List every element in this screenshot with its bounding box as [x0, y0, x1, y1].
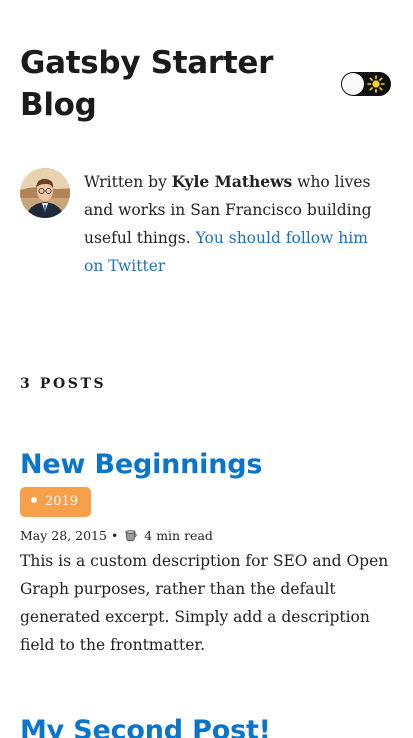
post-item: New Beginnings 2019 May 28, 2015 • 4 min… — [20, 448, 390, 659]
post-title-link[interactable]: New Beginnings — [20, 449, 262, 480]
site-title[interactable]: Gatsby Starter Blog — [20, 42, 310, 126]
posts-count: 3 POSTS — [20, 376, 107, 392]
coffee-cup-icon — [125, 530, 137, 542]
post-excerpt: This is a custom description for SEO and… — [20, 552, 389, 654]
post-title: New Beginnings — [20, 448, 390, 482]
bio-text: Written by Kyle Mathews who lives and wo… — [84, 168, 384, 280]
bio-prefix: Written by — [84, 173, 172, 191]
post-date: May 28, 2015 — [20, 528, 107, 543]
site-header: Gatsby Starter Blog — [20, 42, 400, 126]
meta-separator: • — [110, 528, 119, 543]
page: Gatsby Starter Blog Written by Kyle Math… — [0, 0, 413, 738]
toggle-knob[interactable] — [342, 73, 364, 95]
tag-dot — [31, 497, 37, 503]
theme-toggle[interactable] — [341, 72, 391, 96]
read-time: 4 min read — [144, 528, 213, 543]
tag-badge[interactable]: 2019 — [20, 487, 92, 517]
tag-label: 2019 — [45, 494, 79, 509]
avatar — [20, 168, 70, 218]
sun-icon — [367, 75, 385, 93]
author-name: Kyle Mathews — [171, 172, 293, 191]
avatar-photo — [20, 168, 70, 218]
post-title-link[interactable]: My Second Post! — [20, 715, 271, 738]
post-meta: May 28, 2015 • 4 min read — [20, 527, 390, 545]
post-title: My Second Post! — [20, 714, 390, 738]
post-item: My Second Post! — [20, 714, 390, 738]
